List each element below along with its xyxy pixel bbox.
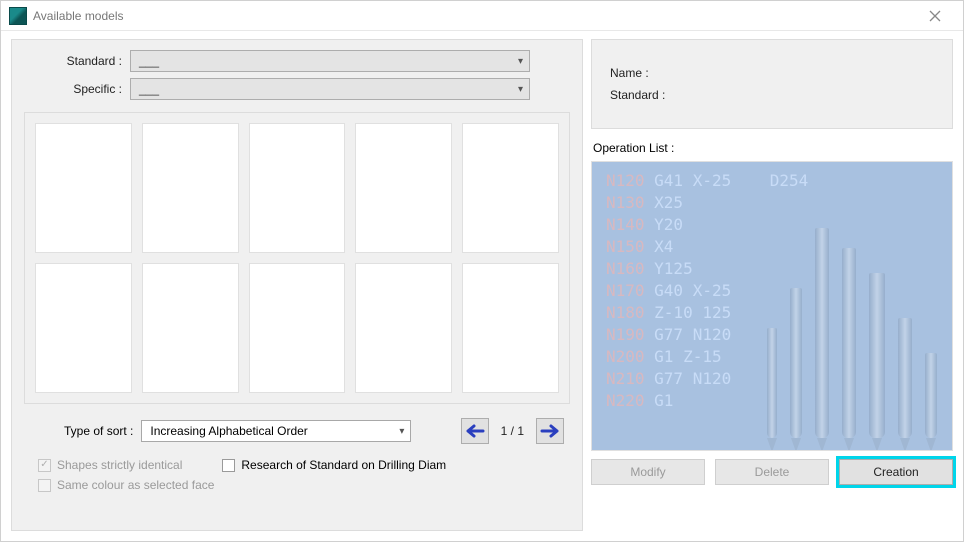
same-colour-label: Same colour as selected face <box>57 478 214 492</box>
standard-info-label: Standard : <box>610 88 665 102</box>
arrow-left-icon <box>465 424 485 438</box>
specific-combo-value: ___ <box>139 82 159 96</box>
specific-label: Specific : <box>30 82 130 96</box>
left-pane: Standard : ___ ▾ Specific : ___ ▾ <box>11 39 583 531</box>
shapes-identical-checkbox: ✓ <box>38 459 51 472</box>
model-thumbnail[interactable] <box>462 123 559 253</box>
standard-combo[interactable]: ___ ▾ <box>130 50 530 72</box>
sort-combo-value: Increasing Alphabetical Order <box>150 424 307 438</box>
name-label: Name : <box>610 66 649 80</box>
app-icon <box>9 7 27 25</box>
creation-button[interactable]: Creation <box>839 459 953 485</box>
window-title: Available models <box>33 9 124 23</box>
right-pane: Name : Standard : Operation List : N120 … <box>591 39 953 531</box>
model-thumbnail[interactable] <box>35 123 132 253</box>
options-checkboxes: ✓ Shapes strictly identical Research of … <box>24 454 570 498</box>
delete-button: Delete <box>715 459 829 485</box>
research-drilling-label: Research of Standard on Drilling Diam <box>241 458 446 472</box>
operation-list-label: Operation List : <box>593 141 953 155</box>
modify-button: Modify <box>591 459 705 485</box>
model-thumbnail[interactable] <box>142 123 239 253</box>
page-readout: 1 / 1 <box>501 424 524 438</box>
model-info-panel: Name : Standard : <box>591 39 953 129</box>
chevron-down-icon: ▾ <box>518 84 523 95</box>
model-thumbnail[interactable] <box>249 123 346 253</box>
titlebar: Available models <box>1 1 963 31</box>
model-thumbnail[interactable] <box>35 263 132 393</box>
research-drilling-checkbox[interactable] <box>222 459 235 472</box>
standard-combo-value: ___ <box>139 54 159 68</box>
model-thumbnail[interactable] <box>462 263 559 393</box>
model-thumbnail[interactable] <box>249 263 346 393</box>
next-page-button[interactable] <box>536 418 564 444</box>
operation-list-preview: N120 G41 X-25 D254 N130 X25 N140 Y20 N15… <box>591 161 953 451</box>
sort-label: Type of sort : <box>64 424 133 438</box>
prev-page-button[interactable] <box>461 418 489 444</box>
chevron-down-icon: ▾ <box>399 426 404 437</box>
drill-bits-illustration <box>752 190 952 450</box>
thumbnail-grid <box>24 112 570 404</box>
close-button[interactable] <box>915 1 955 31</box>
standard-label: Standard : <box>30 54 130 68</box>
shapes-identical-label: Shapes strictly identical <box>57 458 182 472</box>
model-thumbnail[interactable] <box>355 123 452 253</box>
close-icon <box>929 10 941 22</box>
sort-combo[interactable]: Increasing Alphabetical Order ▾ <box>141 420 411 442</box>
arrow-right-icon <box>540 424 560 438</box>
available-models-dialog: Available models Standard : ___ ▾ Specif… <box>0 0 964 542</box>
same-colour-checkbox <box>38 479 51 492</box>
specific-combo[interactable]: ___ ▾ <box>130 78 530 100</box>
chevron-down-icon: ▾ <box>518 56 523 67</box>
model-thumbnail[interactable] <box>142 263 239 393</box>
model-thumbnail[interactable] <box>355 263 452 393</box>
